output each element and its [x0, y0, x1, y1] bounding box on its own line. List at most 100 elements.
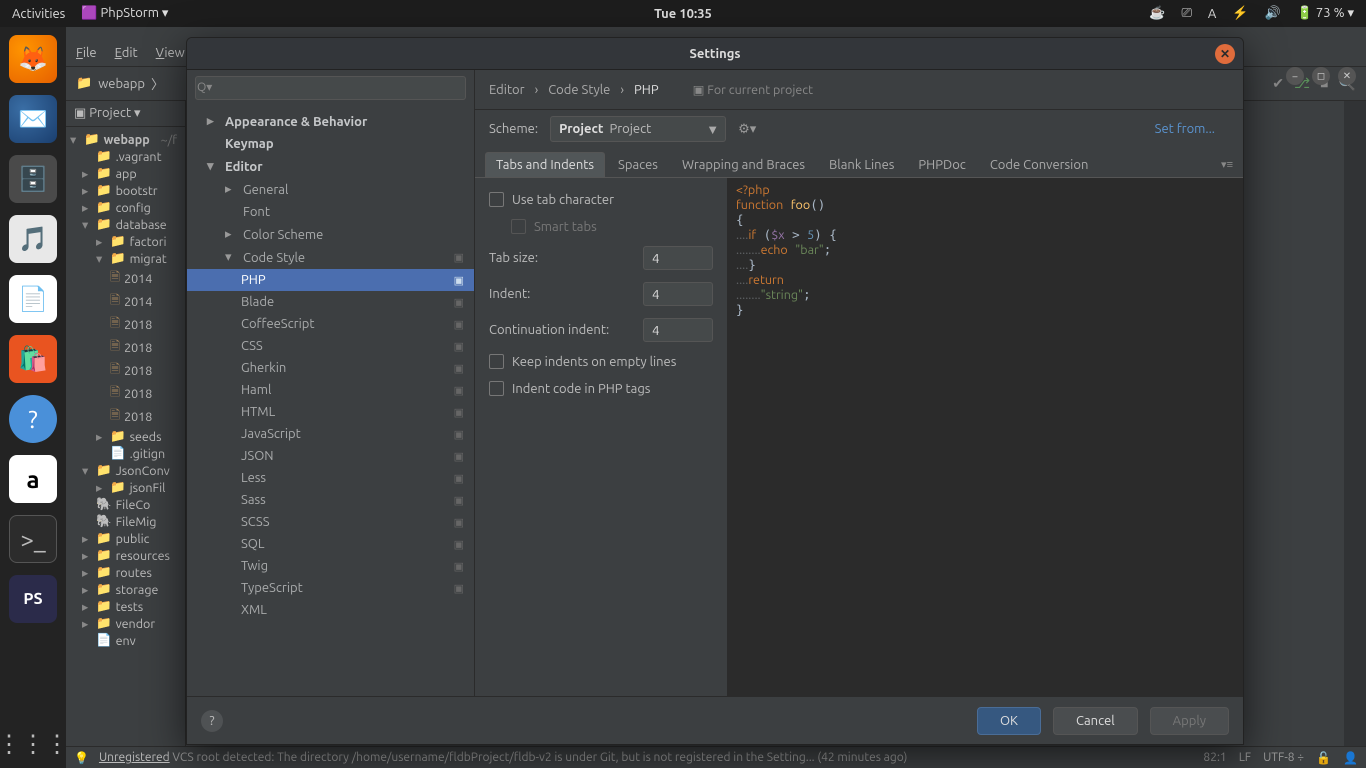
tab-tabs-indents[interactable]: Tabs and Indents	[485, 152, 605, 177]
indent-label: Indent:	[489, 287, 530, 301]
settings-breadcrumb: Editor › Code Style › PHP ▣ For current …	[475, 70, 1243, 110]
battery-status[interactable]: 🔋 73 % ▾	[1297, 6, 1354, 21]
bulb-icon[interactable]: 💡	[74, 751, 89, 765]
nav-coffeescript[interactable]: CoffeeScript▣	[187, 313, 474, 335]
nav-editor[interactable]: ▾Editor	[187, 155, 474, 178]
nav-scss[interactable]: SCSS▣	[187, 511, 474, 533]
activities-button[interactable]: Activities	[12, 7, 65, 21]
dock-terminal[interactable]: >_	[9, 515, 57, 563]
dialog-title-bar[interactable]: Settings ✕	[187, 38, 1243, 70]
dock-help[interactable]: ?	[9, 395, 57, 443]
project-tool-window[interactable]: ▣ Project ▾ ▾📁webapp ~/f 📁.vagrant ▸📁app…	[66, 101, 186, 768]
keep-indents-checkbox[interactable]: Keep indents on empty lines	[489, 354, 713, 369]
nav-blade[interactable]: Blade▣	[187, 291, 474, 313]
code-style-tabs: Tabs and Indents Spaces Wrapping and Bra…	[475, 148, 1243, 178]
nav-html[interactable]: HTML▣	[187, 401, 474, 423]
dock-amazon[interactable]: a	[9, 455, 57, 503]
app-menu[interactable]: 🟪 PhpStorm ▾	[81, 6, 168, 21]
tab-code-conversion[interactable]: Code Conversion	[979, 152, 1100, 177]
scheme-selector[interactable]: Project Project ▼	[550, 116, 726, 142]
crumb-editor[interactable]: Editor	[489, 83, 525, 97]
wifi-icon[interactable]: ⚡	[1232, 6, 1248, 21]
apply-button[interactable]: Apply	[1150, 707, 1229, 735]
nav-font[interactable]: Font	[187, 201, 474, 223]
tab-spaces[interactable]: Spaces	[607, 152, 669, 177]
nav-general[interactable]: ▸General	[187, 178, 474, 201]
keyboard-indicator-1[interactable]: ⎚	[1182, 6, 1192, 21]
settings-tree[interactable]: ▸Appearance & Behavior Keymap ▾Editor ▸G…	[187, 106, 474, 696]
clock[interactable]: Tue 10:35	[654, 7, 712, 21]
dock-phpstorm[interactable]: PS	[9, 575, 57, 623]
indent-options: Use tab character Smart tabs Tab size: I…	[475, 178, 727, 696]
continuation-indent-label: Continuation indent:	[489, 323, 609, 337]
encoding[interactable]: UTF-8 ÷	[1263, 751, 1304, 765]
tab-wrapping[interactable]: Wrapping and Braces	[671, 152, 816, 177]
code-preview: <?php function foo() { ....if ($x > 5) {…	[727, 178, 1243, 696]
use-tab-checkbox[interactable]: Use tab character	[489, 192, 713, 207]
nav-color-scheme[interactable]: ▸Color Scheme	[187, 223, 474, 246]
window-maximize[interactable]: ◻	[1312, 67, 1330, 85]
nav-php[interactable]: PHP▣	[187, 269, 474, 291]
ok-button[interactable]: OK	[977, 707, 1041, 735]
chevron-down-icon: ▼	[706, 122, 719, 137]
status-message[interactable]: Unregistered VCS root detected: The dire…	[99, 751, 907, 764]
dock-thunderbird[interactable]: ✉️	[9, 95, 57, 143]
menu-file[interactable]: FFileile	[76, 46, 97, 60]
coffee-icon[interactable]: ☕	[1149, 6, 1165, 21]
tab-blank-lines[interactable]: Blank Lines	[818, 152, 905, 177]
dock-firefox[interactable]: 🦊	[9, 35, 57, 83]
hector-icon[interactable]: 👤	[1343, 751, 1358, 765]
window-close[interactable]: ✕	[1338, 67, 1356, 85]
nav-css[interactable]: CSS▣	[187, 335, 474, 357]
keyboard-indicator-2[interactable]: A	[1208, 7, 1216, 21]
cancel-button[interactable]: Cancel	[1053, 707, 1138, 735]
menu-edit[interactable]: Edit	[115, 46, 138, 60]
nav-code-style[interactable]: ▾Code Style▣	[187, 246, 474, 269]
window-controls: – ◻ ✕	[1286, 67, 1356, 85]
window-minimize[interactable]: –	[1286, 67, 1304, 85]
dock-software[interactable]: 🛍️	[9, 335, 57, 383]
indent-input[interactable]	[643, 282, 713, 306]
tab-size-input[interactable]	[643, 246, 713, 270]
project-tree[interactable]: ▾📁webapp ~/f 📁.vagrant ▸📁app ▸📁bootstr ▸…	[66, 127, 185, 653]
caret-position[interactable]: 82:1	[1203, 751, 1226, 765]
breadcrumb-root[interactable]: webapp	[98, 77, 145, 91]
nav-javascript[interactable]: JavaScript▣	[187, 423, 474, 445]
dock-files[interactable]: 🗄️	[9, 155, 57, 203]
menu-view[interactable]: View	[156, 46, 185, 60]
tab-phpdoc[interactable]: PHPDoc	[907, 152, 976, 177]
set-from-link[interactable]: Set from...	[1155, 122, 1229, 136]
nav-twig[interactable]: Twig▣	[187, 555, 474, 577]
nav-sql[interactable]: SQL▣	[187, 533, 474, 555]
line-separator[interactable]: LF	[1239, 751, 1251, 765]
editor-gutter	[1344, 101, 1366, 768]
settings-sidebar: Q▾ ▸Appearance & Behavior Keymap ▾Editor…	[187, 70, 475, 696]
dock-libreoffice[interactable]: 📄	[9, 275, 57, 323]
settings-search-input[interactable]	[195, 76, 466, 100]
dialog-title: Settings	[689, 47, 740, 61]
chevron-right-icon: 〉	[151, 74, 164, 93]
nav-json[interactable]: JSON▣	[187, 445, 474, 467]
indent-php-tags-checkbox[interactable]: Indent code in PHP tags	[489, 381, 713, 396]
volume-icon[interactable]: 🔊	[1265, 6, 1281, 21]
read-lock-icon[interactable]: 🔓	[1316, 751, 1331, 765]
crumb-code-style[interactable]: Code Style	[548, 83, 610, 97]
nav-gherkin[interactable]: Gherkin▣	[187, 357, 474, 379]
help-button[interactable]: ?	[201, 710, 223, 732]
dialog-close-button[interactable]: ✕	[1215, 44, 1235, 64]
project-dropdown[interactable]: ▣ Project ▾	[74, 106, 141, 121]
dock-show-apps[interactable]: ⋮⋮⋮	[9, 720, 57, 768]
dock-rhythmbox[interactable]: 🎵	[9, 215, 57, 263]
tabs-overflow-icon[interactable]: ▾≡	[1221, 158, 1233, 177]
continuation-indent-input[interactable]	[643, 318, 713, 342]
nav-appearance[interactable]: ▸Appearance & Behavior	[187, 110, 474, 133]
nav-sass[interactable]: Sass▣	[187, 489, 474, 511]
nav-haml[interactable]: Haml▣	[187, 379, 474, 401]
search-icon: Q▾	[197, 80, 212, 94]
nav-typescript[interactable]: TypeScript▣	[187, 577, 474, 599]
nav-keymap[interactable]: Keymap	[187, 133, 474, 155]
scheme-actions-gear-icon[interactable]: ⚙▾	[738, 122, 756, 137]
vcs-icon[interactable]: ✔	[1272, 75, 1284, 92]
nav-less[interactable]: Less▣	[187, 467, 474, 489]
nav-xml[interactable]: XML	[187, 599, 474, 621]
